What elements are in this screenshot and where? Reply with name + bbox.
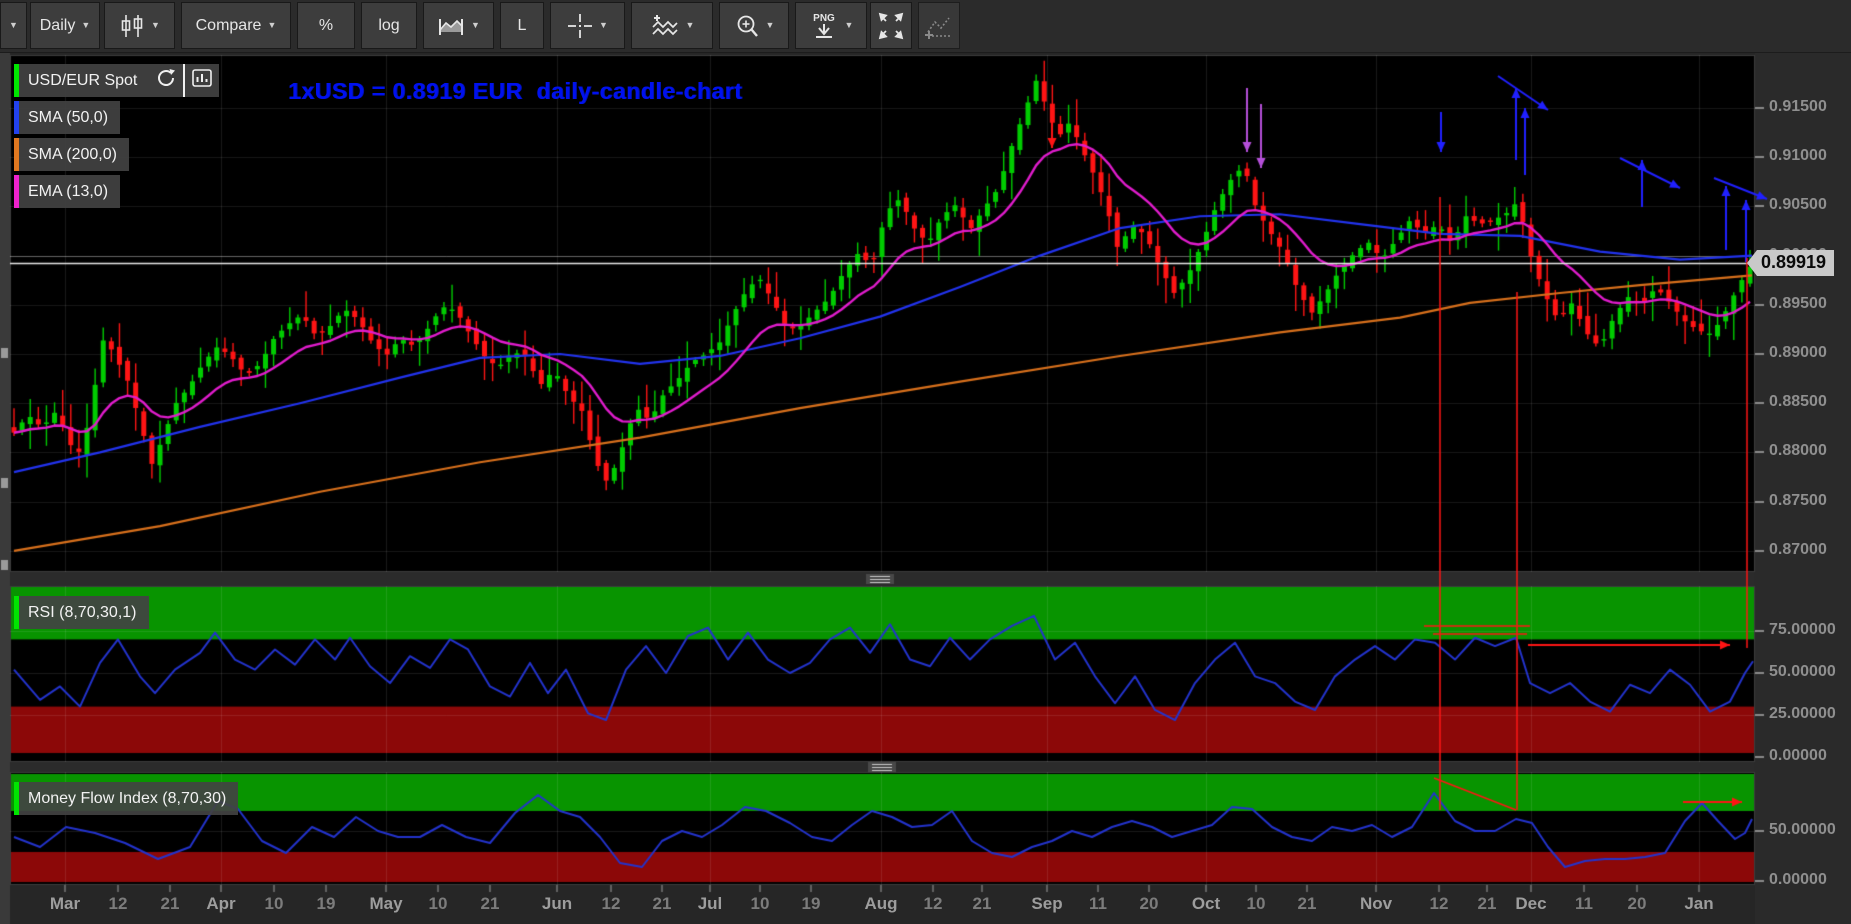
candlestick-icon xyxy=(119,14,145,38)
refresh-icon xyxy=(155,67,177,94)
aggregation-collapsed-button[interactable]: ▼ xyxy=(0,2,27,49)
main-series-label: USD/EUR Spot xyxy=(19,72,137,90)
series-settings-button[interactable] xyxy=(185,64,219,97)
mountain-chart-icon xyxy=(437,14,465,38)
mini-histogram-icon xyxy=(191,67,213,94)
sma50-label: SMA (50,0) xyxy=(19,109,108,127)
svg-text:PNG: PNG xyxy=(813,13,835,24)
legend-sma200[interactable]: SMA (200,0) xyxy=(14,138,129,171)
badge-notch-icon xyxy=(1747,250,1757,276)
export-png-button[interactable]: PNG ▼ xyxy=(795,2,867,49)
chevron-down-icon: ▼ xyxy=(845,21,854,30)
toolbar: ▼ Daily ▼ ▼ Compare ▼ % log ▼ L ▼ ▼ ▼ PNG … xyxy=(0,0,1851,53)
zoom-button[interactable]: ▼ xyxy=(719,2,789,49)
chevron-down-icon: ▼ xyxy=(151,21,160,30)
mfi-label: Money Flow Index (8,70,30) xyxy=(19,790,226,808)
legend-main-series[interactable]: USD/EUR Spot xyxy=(14,64,219,97)
draw-tool-button[interactable] xyxy=(918,2,960,49)
chart-canvas[interactable] xyxy=(0,0,1851,924)
fullscreen-button[interactable] xyxy=(870,2,912,49)
current-price-value: 0.89919 xyxy=(1757,250,1834,276)
chevron-down-icon: ▼ xyxy=(599,21,608,30)
chart-type-button[interactable]: ▼ xyxy=(104,2,175,49)
overlay-lines-icon xyxy=(650,13,680,39)
chevron-down-icon: ▼ xyxy=(267,21,276,30)
chevron-down-icon: ▼ xyxy=(81,21,90,30)
chevron-down-icon: ▼ xyxy=(686,21,695,30)
add-study-button[interactable]: ▼ xyxy=(631,2,713,49)
chevron-down-icon: ▼ xyxy=(9,21,18,30)
chevron-down-icon: ▼ xyxy=(471,21,480,30)
crosshair-button[interactable]: ▼ xyxy=(550,2,625,49)
charting-application: ▼ Daily ▼ ▼ Compare ▼ % log ▼ L ▼ ▼ ▼ PNG … xyxy=(0,0,1851,924)
ema13-label: EMA (13,0) xyxy=(19,183,108,201)
legend-mfi[interactable]: Money Flow Index (8,70,30) xyxy=(14,782,238,815)
legend-ema13[interactable]: EMA (13,0) xyxy=(14,175,120,208)
magnifier-plus-icon xyxy=(734,13,760,39)
download-icon: PNG xyxy=(809,10,839,42)
line-style-button[interactable]: L xyxy=(500,2,544,49)
sma200-label: SMA (200,0) xyxy=(19,146,117,164)
series-style-button[interactable]: ▼ xyxy=(423,2,494,49)
legend-rsi[interactable]: RSI (8,70,30,1) xyxy=(14,596,149,629)
periodicity-label: Daily xyxy=(40,17,76,35)
compare-button[interactable]: Compare ▼ xyxy=(181,2,291,49)
current-price-badge: 0.89919 xyxy=(1747,250,1834,276)
rsi-label: RSI (8,70,30,1) xyxy=(19,604,137,622)
legend-sma50[interactable]: SMA (50,0) xyxy=(14,101,120,134)
log-scale-button[interactable]: log xyxy=(361,2,417,49)
fullscreen-arrows-icon xyxy=(877,11,905,41)
chart-annotation-title: 1xUSD = 0.8919 EUR daily-candle-chart xyxy=(288,78,742,105)
compare-label: Compare xyxy=(196,17,262,35)
percent-scale-button[interactable]: % xyxy=(297,2,355,49)
crosshair-icon xyxy=(567,13,593,39)
dotted-zigzag-plus-icon xyxy=(924,12,954,40)
periodicity-button[interactable]: Daily ▼ xyxy=(30,2,100,49)
refresh-button[interactable] xyxy=(149,64,183,97)
chevron-down-icon: ▼ xyxy=(766,21,775,30)
